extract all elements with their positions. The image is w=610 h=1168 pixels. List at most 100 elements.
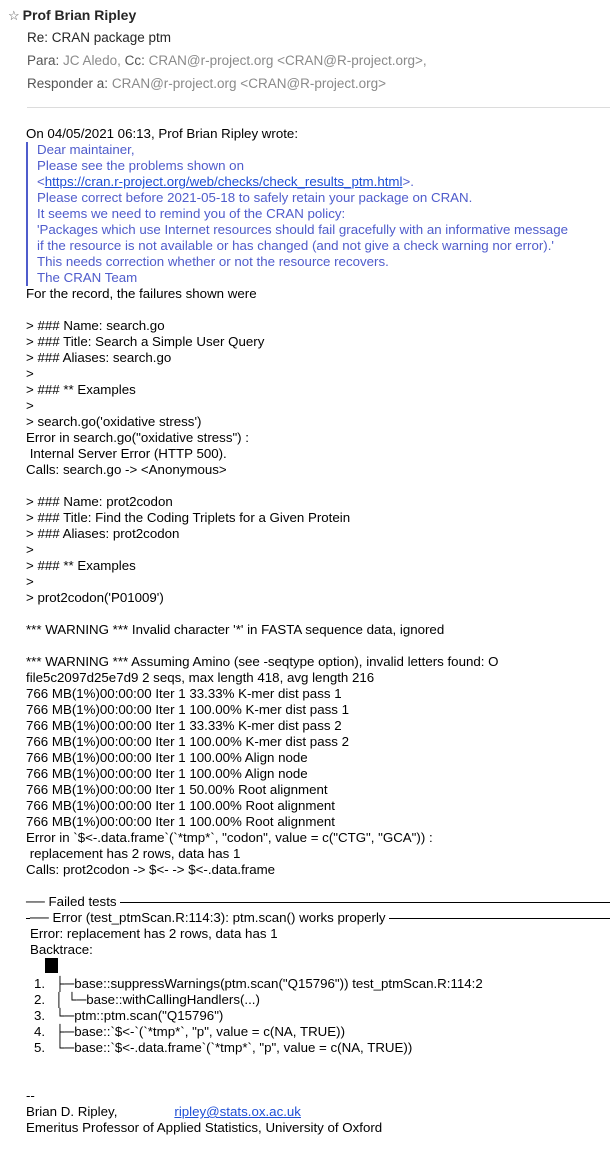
quote-line: The CRAN Team bbox=[37, 270, 138, 285]
cc-label: Cc: bbox=[124, 53, 145, 68]
backtrace-call: └─ptm::ptm.scan("Q15796") bbox=[55, 1008, 224, 1023]
quote-line: Please correct before 2021-05-18 to safe… bbox=[37, 190, 473, 205]
log-line: > ### Aliases: prot2codon bbox=[26, 526, 180, 541]
log-line: > prot2codon('P01009') bbox=[26, 590, 164, 605]
backtrace-item: 1. ├─base::suppressWarnings(ptm.scan("Q1… bbox=[34, 976, 610, 992]
quote-line: if the resource is not available or has … bbox=[37, 238, 554, 253]
backtrace-call: └─base::`$<-.data.frame`(`*tmp*`, "p", v… bbox=[55, 1040, 413, 1055]
message-body: On 04/05/2021 06:13, Prof Brian Ripley w… bbox=[26, 126, 610, 1136]
check-results-link[interactable]: https://cran.r-project.org/web/checks/ch… bbox=[45, 174, 403, 189]
backtrace-item: 5. └─base::`$<-.data.frame`(`*tmp*`, "p"… bbox=[34, 1040, 610, 1056]
header-divider bbox=[27, 107, 610, 108]
signature-name: Brian D. Ripley, bbox=[26, 1104, 118, 1119]
signature-dashes: -- bbox=[26, 1088, 35, 1103]
log-line: *** WARNING *** Invalid character '*' in… bbox=[26, 622, 445, 637]
quote-line: This needs correction whether or not the… bbox=[37, 254, 389, 269]
quote-intro: On 04/05/2021 06:13, Prof Brian Ripley w… bbox=[26, 126, 299, 141]
log-line: 766 MB(1%)00:00:00 Iter 1 100.00% Root a… bbox=[26, 814, 335, 829]
log-line: 766 MB(1%)00:00:00 Iter 1 33.33% K-mer d… bbox=[26, 686, 342, 701]
error-heading-separator: ── Error (test_ptmScan.R:114:3): ptm.sca… bbox=[26, 910, 610, 926]
backtrace-item: 2. │ └─base::withCallingHandlers(...) bbox=[34, 992, 610, 1008]
check-log: > ### Name: search.go > ### Title: Search… bbox=[26, 318, 610, 878]
to-label: Para: bbox=[27, 53, 60, 68]
reply-to-address[interactable]: CRAN@r-project.org <CRAN@R-project.org> bbox=[112, 76, 386, 91]
backtrace-call: ├─base::suppressWarnings(ptm.scan("Q1579… bbox=[55, 976, 483, 991]
log-line: > ### ** Examples bbox=[26, 558, 136, 573]
quote-line: Dear maintainer, bbox=[37, 142, 135, 157]
separator-label: ── Failed tests bbox=[26, 894, 121, 910]
backtrace-item: 4. ├─base::`$<-`(`*tmp*`, "p", value = c… bbox=[34, 1024, 610, 1040]
backtrace-label: Backtrace: bbox=[30, 942, 93, 957]
error-heading-label: Error (test_ptmScan.R:114:3): ptm.scan()… bbox=[52, 910, 386, 925]
log-line: > ### Title: Search a Simple User Query bbox=[26, 334, 265, 349]
log-line: > bbox=[26, 542, 34, 557]
log-line: > ### Aliases: search.go bbox=[26, 350, 172, 365]
log-line: 766 MB(1%)00:00:00 Iter 1 100.00% K-mer … bbox=[26, 702, 349, 717]
log-line: Calls: prot2codon -> $<- -> $<-.data.fra… bbox=[26, 862, 276, 877]
reply-to-line: Responder a: CRAN@r-project.org <CRAN@R-… bbox=[27, 76, 386, 91]
failed-tests-separator: ── Failed tests bbox=[26, 894, 610, 910]
link-open-bracket: < bbox=[37, 174, 45, 189]
log-line: 766 MB(1%)00:00:00 Iter 1 33.33% K-mer d… bbox=[26, 718, 342, 733]
quote-line: It seems we need to remind you of the CR… bbox=[37, 206, 346, 221]
backtrace-number: 3. bbox=[34, 1008, 46, 1023]
log-line: > ### Title: Find the Coding Triplets fo… bbox=[26, 510, 351, 525]
log-line: > bbox=[26, 398, 34, 413]
signature-name-line: Brian D. Ripley, ripley@stats.ox.ac.uk bbox=[26, 1104, 610, 1120]
log-line: Error in `$<-.data.frame`(`*tmp*`, "codo… bbox=[26, 830, 433, 845]
block-cursor-icon bbox=[45, 958, 58, 973]
log-line: > ### Name: prot2codon bbox=[26, 494, 173, 509]
subject-line: Re: CRAN package ptm bbox=[27, 30, 172, 45]
log-line: > search.go('oxidative stress') bbox=[26, 414, 202, 429]
log-line: Error in search.go("oxidative stress") : bbox=[26, 430, 250, 445]
log-line: > ### ** Examples bbox=[26, 382, 136, 397]
backtrace-number: 4. bbox=[34, 1024, 46, 1039]
backtrace-number: 2. bbox=[34, 992, 46, 1007]
quote-line: Please see the problems shown on bbox=[37, 158, 244, 173]
quote-line-with-link: <https://cran.r-project.org/web/checks/c… bbox=[37, 174, 610, 190]
error-line: Error: replacement has 2 rows, data has … bbox=[30, 926, 278, 941]
backtrace-call: ├─base::`$<-`(`*tmp*`, "p", value = c(NA… bbox=[55, 1024, 346, 1039]
log-line: file5c2097d25e7d9 2 seqs, max length 418… bbox=[26, 670, 375, 685]
recipients-line: Para: JC Aledo, Cc: CRAN@r-project.org <… bbox=[27, 53, 427, 68]
reply-to-label: Responder a: bbox=[27, 76, 109, 91]
log-line: > ### Name: search.go bbox=[26, 318, 165, 333]
signature-email-link[interactable]: ripley@stats.ox.ac.uk bbox=[174, 1104, 301, 1119]
log-line: replacement has 2 rows, data has 1 bbox=[26, 846, 241, 861]
sender-name[interactable]: ☆ Prof Brian Ripley bbox=[8, 7, 136, 24]
signature-title: Emeritus Professor of Applied Statistics… bbox=[26, 1120, 383, 1135]
quoted-message: Dear maintainer, Please see the problems… bbox=[26, 142, 610, 286]
log-line: 766 MB(1%)00:00:00 Iter 1 50.00% Root al… bbox=[26, 782, 328, 797]
cursor-line bbox=[26, 958, 610, 976]
record-line: For the record, the failures shown were bbox=[26, 286, 257, 301]
log-line: > bbox=[26, 366, 34, 381]
log-line: 766 MB(1%)00:00:00 Iter 1 100.00% Root a… bbox=[26, 798, 335, 813]
log-line: > bbox=[26, 574, 34, 589]
backtrace-number: 1. bbox=[34, 976, 46, 991]
log-line: Internal Server Error (HTTP 500). bbox=[26, 446, 227, 461]
log-line: 766 MB(1%)00:00:00 Iter 1 100.00% K-mer … bbox=[26, 734, 349, 749]
backtrace-item: 3. └─ptm::ptm.scan("Q15796") bbox=[34, 1008, 610, 1024]
log-line: *** WARNING *** Assuming Amino (see -seq… bbox=[26, 654, 499, 669]
log-line: Calls: search.go -> <Anonymous> bbox=[26, 462, 227, 477]
quote-line: 'Packages which use Internet resources s… bbox=[37, 222, 568, 237]
backtrace-list: 1. ├─base::suppressWarnings(ptm.scan("Q1… bbox=[26, 976, 610, 1056]
log-line: 766 MB(1%)00:00:00 Iter 1 100.00% Align … bbox=[26, 750, 308, 765]
separator-label: ── Error (test_ptmScan.R:114:3): ptm.sca… bbox=[30, 910, 390, 926]
link-close-bracket: >. bbox=[402, 174, 414, 189]
message-header: ☆ Prof Brian Ripley Re: CRAN package ptm … bbox=[0, 0, 610, 108]
backtrace-number: 5. bbox=[34, 1040, 46, 1055]
to-recipient[interactable]: JC Aledo, bbox=[63, 53, 121, 68]
backtrace-call: │ └─base::withCallingHandlers(...) bbox=[55, 992, 260, 1007]
cc-recipient[interactable]: CRAN@r-project.org <CRAN@R-project.org>, bbox=[149, 53, 427, 68]
sender-label: Prof Brian Ripley bbox=[22, 7, 137, 23]
log-line: 766 MB(1%)00:00:00 Iter 1 100.00% Align … bbox=[26, 766, 308, 781]
star-icon[interactable]: ☆ bbox=[8, 8, 20, 23]
